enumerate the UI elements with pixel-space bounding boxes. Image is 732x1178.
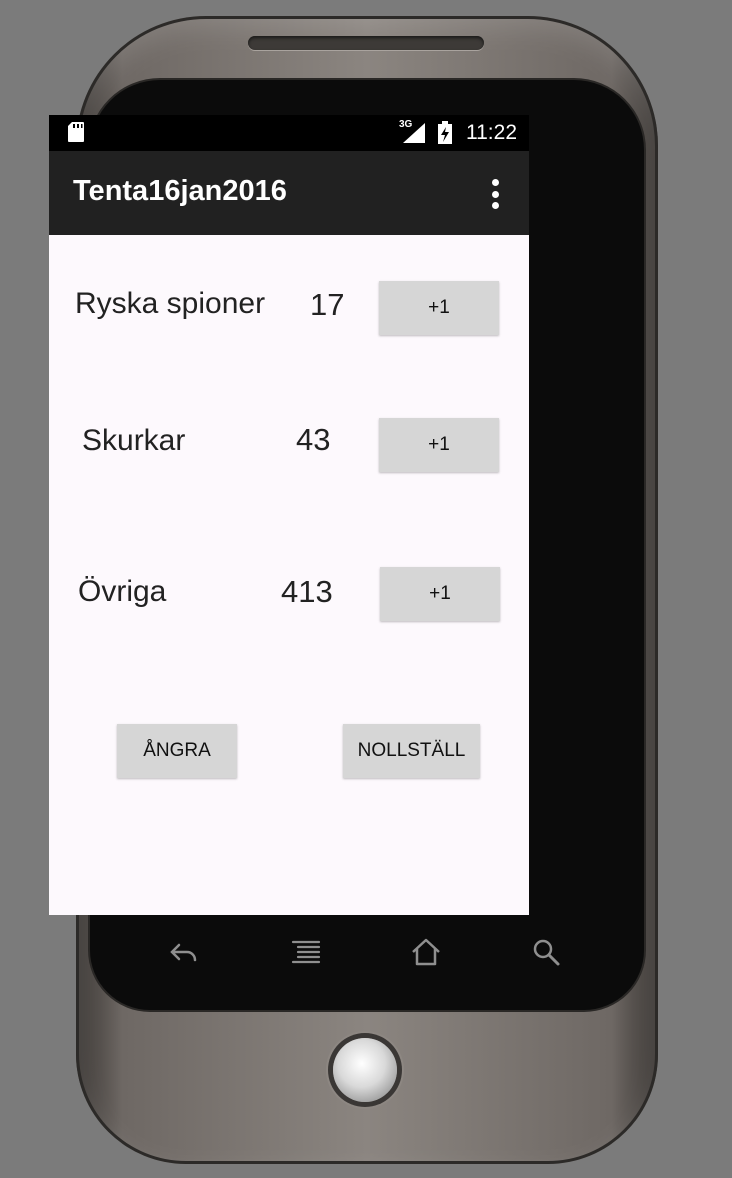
app-title: Tenta16jan2016	[73, 175, 287, 207]
counter-value-ryska-spioner: 17	[310, 287, 345, 322]
app-bar: Tenta16jan2016	[49, 151, 529, 235]
undo-button[interactable]: ÅNGRA	[117, 724, 237, 778]
counter-label-ryska-spioner: Ryska spioner	[75, 287, 266, 320]
clock: 11:22	[466, 121, 517, 144]
earpiece-speaker	[248, 36, 484, 50]
sd-card-icon	[68, 122, 84, 142]
battery-charging-icon	[438, 121, 452, 144]
status-bar: 3G 11:22	[49, 115, 529, 151]
increment-button-skurkar[interactable]: +1	[379, 418, 499, 472]
overflow-menu-icon[interactable]	[481, 179, 509, 209]
reset-button[interactable]: NOLLSTÄLL	[343, 724, 480, 778]
counter-value-skurkar: 43	[296, 422, 331, 457]
signal-icon: 3G	[399, 119, 427, 145]
hardware-home-button[interactable]	[333, 1038, 397, 1102]
home-icon[interactable]	[409, 935, 443, 969]
search-icon[interactable]	[529, 935, 563, 969]
counter-label-ovriga: Övriga	[78, 575, 167, 608]
menu-icon[interactable]	[289, 935, 323, 969]
counter-value-ovriga: 413	[281, 574, 333, 609]
back-icon[interactable]	[167, 935, 201, 969]
counter-list: Ryska spioner 17 +1 Skurkar 43 +1 Övriga…	[49, 235, 529, 915]
increment-button-ovriga[interactable]: +1	[380, 567, 500, 621]
counter-label-skurkar: Skurkar	[82, 424, 186, 457]
navigation-bar	[49, 915, 560, 989]
device-screen: 3G 11:22 Tenta16jan2016 Ryska spioner 17…	[49, 115, 529, 915]
increment-button-ryska-spioner[interactable]: +1	[379, 281, 499, 335]
